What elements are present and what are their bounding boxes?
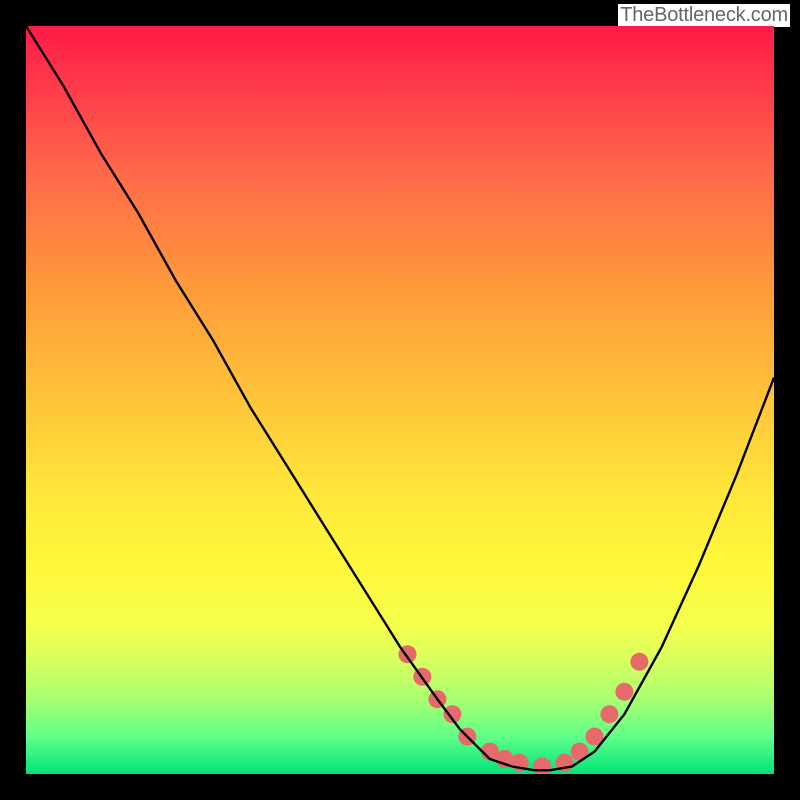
chart-container: TheBottleneck.com — [0, 0, 800, 800]
curve-svg — [26, 26, 774, 774]
plot-area — [26, 26, 774, 774]
highlight-marker — [533, 758, 551, 775]
highlight-marker — [615, 683, 633, 701]
highlight-marker — [600, 705, 618, 723]
highlight-marker — [630, 653, 648, 671]
attribution-label: TheBottleneck.com — [618, 4, 790, 27]
markers-group — [399, 645, 649, 774]
